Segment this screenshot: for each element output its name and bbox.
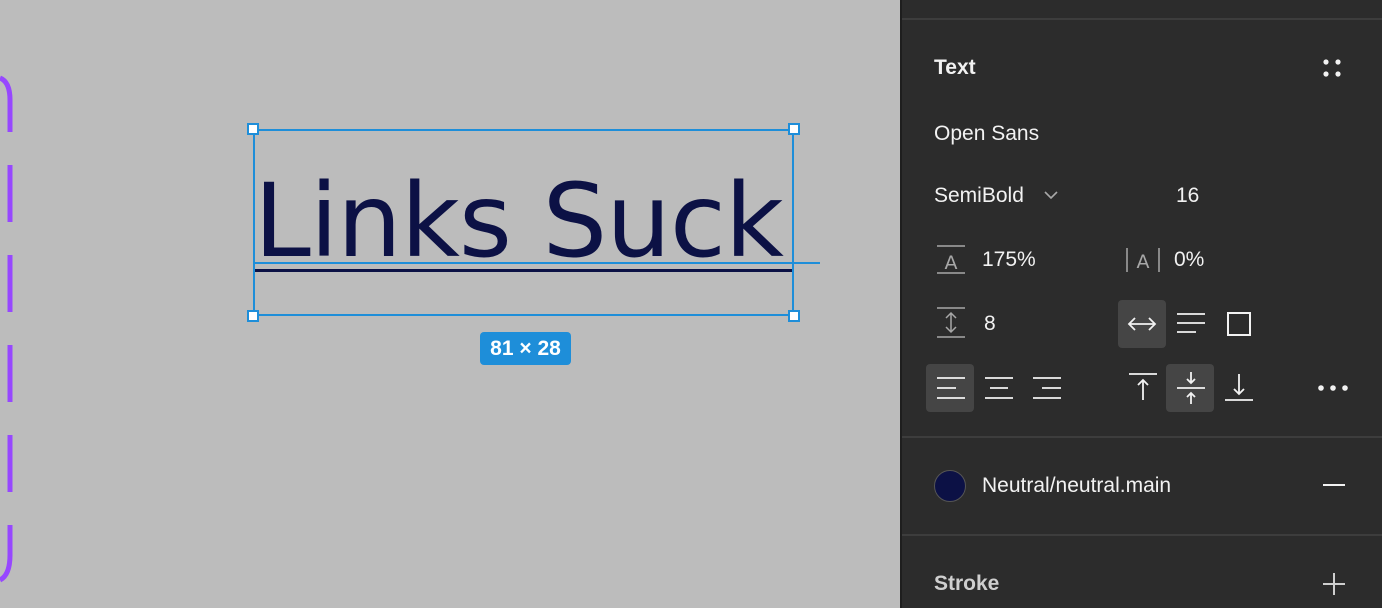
align-right-icon[interactable] xyxy=(1032,376,1062,400)
letter-spacing-field[interactable]: 0% xyxy=(1174,248,1204,272)
more-icon[interactable] xyxy=(1316,383,1350,393)
fixed-size-icon[interactable] xyxy=(1226,311,1252,337)
auto-width-icon[interactable] xyxy=(1126,314,1158,334)
dimensions-badge: 81 × 28 xyxy=(480,332,571,365)
font-family-field[interactable]: Open Sans xyxy=(934,122,1039,146)
text-layer-links-suck[interactable]: Links Suck xyxy=(254,130,820,316)
link-text[interactable]: Links Suck xyxy=(254,162,799,282)
align-bottom-icon[interactable] xyxy=(1224,372,1254,402)
chevron-down-icon[interactable] xyxy=(1044,190,1058,200)
text-section-title: Text xyxy=(934,56,976,79)
auto-height-icon[interactable] xyxy=(1176,312,1206,334)
four-dots-icon[interactable] xyxy=(1322,58,1342,78)
properties-panel: Text Open Sans SemiBold 16 A 175% A 0% 8 xyxy=(900,0,1382,608)
paragraph-spacing-field[interactable]: 8 xyxy=(984,312,996,336)
frame-border xyxy=(0,75,13,583)
line-height-field[interactable]: 175% xyxy=(982,248,1036,272)
design-canvas[interactable]: Links Suck 81 × 28 xyxy=(0,0,900,608)
align-top-icon[interactable] xyxy=(1128,372,1158,402)
line-height-icon: A xyxy=(937,245,965,274)
resize-handle-top-right[interactable] xyxy=(788,123,800,135)
align-left-icon[interactable] xyxy=(936,376,966,400)
section-divider xyxy=(902,436,1382,438)
resize-handle-top-left[interactable] xyxy=(247,123,259,135)
resize-handle-bottom-left[interactable] xyxy=(247,310,259,322)
text-underline xyxy=(254,269,792,272)
plus-icon[interactable] xyxy=(1322,572,1346,596)
fill-style-name[interactable]: Neutral/neutral.main xyxy=(982,474,1171,498)
minus-icon[interactable] xyxy=(1322,475,1346,495)
section-divider xyxy=(902,534,1382,536)
paragraph-spacing-icon xyxy=(937,307,965,338)
text-baseline-guide xyxy=(254,262,820,264)
resize-handle-bottom-right[interactable] xyxy=(788,310,800,322)
font-weight-dropdown[interactable]: SemiBold xyxy=(934,184,1024,208)
section-divider xyxy=(902,18,1382,20)
font-size-field[interactable]: 16 xyxy=(1176,184,1199,208)
align-center-icon[interactable] xyxy=(984,376,1014,400)
fill-color-swatch[interactable] xyxy=(934,470,966,502)
letter-spacing-icon: A xyxy=(1126,248,1160,273)
svg-text:A: A xyxy=(945,252,958,274)
svg-text:A: A xyxy=(1137,251,1150,273)
align-middle-icon[interactable] xyxy=(1176,370,1206,406)
stroke-section-title: Stroke xyxy=(934,572,1000,595)
